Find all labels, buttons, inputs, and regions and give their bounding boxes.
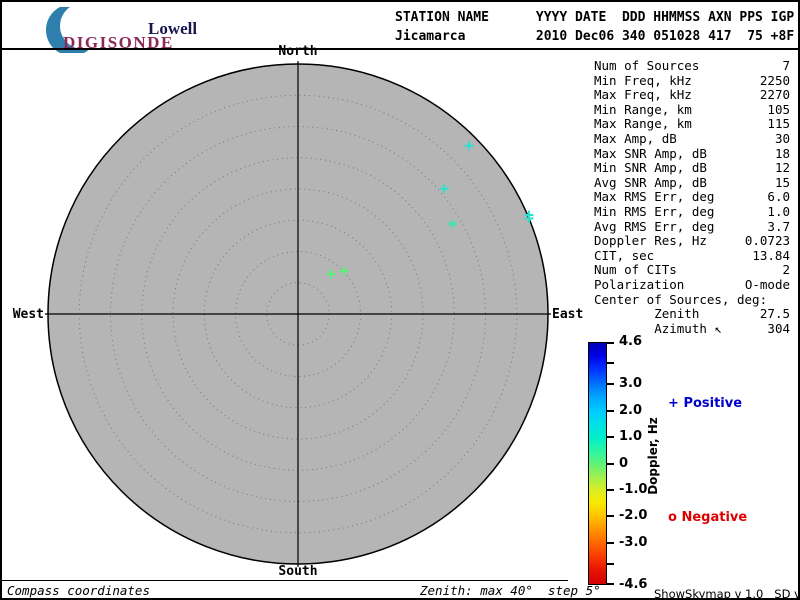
colorbar-tick (607, 488, 614, 491)
colorbar-tick (607, 541, 614, 544)
stat-row: Max RMS Err, deg 6.0 (594, 190, 790, 205)
stats-panel: Num of Sources 7 Min Freq, kHz 2250 Max Freq… (594, 58, 790, 336)
stat-row: Max SNR Amp, dB 18 (594, 145, 790, 162)
legend-negative-label: Negative (681, 510, 748, 525)
stat-value: 304 (767, 320, 790, 336)
stat-label: Max SNR Amp, dB (594, 145, 707, 161)
footer-version-note: ShowSkymap v 1.0 SD v 4.2 (654, 587, 798, 600)
compass-label-west: West (12, 307, 44, 322)
stat-label: Doppler Res, Hz (594, 233, 707, 249)
compass-label-north: North (278, 44, 318, 59)
stat-row: Min Range, km 105 (594, 101, 790, 118)
stat-row: Max Freq, kHz 2270 (594, 88, 790, 103)
colorbar-tick-label: 4.6 (619, 334, 643, 349)
stat-label: CIT, sec (594, 247, 655, 263)
colorbar-tick-label: 1.0 (619, 429, 643, 445)
colorbar-tick (607, 462, 614, 465)
stat-value: 6.0 (767, 189, 790, 205)
colorbar-tick-label: 2.0 (619, 402, 643, 418)
stat-value: 0.0723 (744, 233, 790, 249)
stat-label: Max RMS Err, deg (594, 189, 715, 205)
colorbar-tick (607, 562, 614, 565)
stat-value: 115 (767, 116, 790, 132)
stat-label: Min Range, km (594, 101, 692, 117)
colorbar-tick (607, 342, 614, 344)
station-header-row-values: Jicamarca 2010 Dec06 340 051028 417 75 +… (395, 29, 795, 44)
stat-label: Num of CITs (594, 262, 677, 278)
colorbar-tick-label: -4.6 (619, 577, 648, 592)
stat-value: 2 (782, 262, 790, 278)
stat-row: Num of CITs 2 (594, 263, 790, 278)
stat-row: Avg RMS Err, deg 3.7 (594, 218, 790, 235)
colorbar-tick-label: 0 (619, 455, 629, 471)
stat-value: 12 (774, 160, 790, 176)
stat-value: 7 (782, 58, 790, 73)
stat-label: Zenith (594, 306, 700, 322)
doppler-colorbar (588, 342, 607, 585)
stat-row: Min SNR Amp, dB 12 (594, 161, 790, 176)
stat-label: Avg RMS Err, deg (594, 218, 715, 234)
compass-label-east: East (552, 307, 584, 322)
stat-value: O-mode (744, 276, 790, 292)
station-header: STATION NAME YYYY DATE DDD HHMMSS AXN PP… (395, 8, 794, 46)
stat-label: Min RMS Err, deg (594, 203, 715, 219)
showskymap-window: Lowell DIGISONDE STATION NAME YYYY DATE … (0, 0, 800, 600)
stat-label: Max Freq, kHz (594, 87, 692, 103)
legend-positive: + Positive (668, 396, 742, 411)
stat-label: Min Freq, kHz (594, 72, 692, 88)
stat-row: Avg SNR Amp, dB 15 (594, 174, 790, 191)
stat-value: 3.7 (767, 218, 790, 234)
stat-label: Num of Sources (594, 58, 700, 73)
legend-negative: o Negative (668, 510, 747, 525)
stat-row: Polarization O-mode (594, 276, 790, 293)
stat-value: 105 (767, 101, 790, 117)
stat-label: Polarization (594, 276, 685, 292)
colorbar-tick (607, 583, 614, 585)
footer-divider (2, 580, 568, 581)
colorbar-tick (607, 515, 614, 518)
stat-value: 1.0 (767, 203, 790, 219)
stat-value: 30 (774, 130, 790, 146)
stat-label: Azimuth ↖ (594, 320, 722, 336)
stat-label: Max Range, km (594, 116, 692, 132)
footer-coordinates-note: Compass coordinates (7, 583, 150, 598)
header-divider (2, 48, 798, 50)
colorbar-tick (607, 409, 614, 412)
skymap-plot (45, 61, 551, 567)
stat-row: Doppler Res, Hz 0.0723 (594, 234, 790, 249)
plus-marker-icon: + (668, 396, 679, 411)
stat-value: 18 (774, 145, 790, 161)
stat-label: Max Amp, dB (594, 130, 677, 146)
legend-positive-label: Positive (683, 396, 743, 411)
stat-label: Avg SNR Amp, dB (594, 174, 707, 190)
circle-marker-icon: o (668, 510, 677, 525)
stat-value: 15 (774, 174, 790, 190)
stat-row: CIT, sec 13.84 (594, 247, 790, 264)
stat-value: 13.84 (752, 247, 790, 263)
colorbar-tick-label: 3.0 (619, 376, 643, 392)
stat-value: 2250 (759, 72, 790, 88)
stat-value: 2270 (759, 87, 790, 103)
colorbar-tick (607, 383, 614, 386)
footer-zenith-note: Zenith: max 40° step 5° (420, 583, 601, 598)
stat-row: Min Freq, kHz 2250 (594, 72, 790, 89)
stat-row: Num of Sources 7 (594, 58, 790, 74)
colorbar-tick-label: -3.0 (619, 534, 648, 550)
logo-digisonde-text: DIGISONDE (63, 33, 174, 52)
station-header-row-labels: STATION NAME YYYY DATE DDD HHMMSS AXN PP… (395, 10, 795, 25)
stat-label: Center of Sources, deg: (594, 291, 768, 307)
stat-label: Min SNR Amp, dB (594, 160, 707, 176)
colorbar-tick (607, 436, 614, 439)
stat-row: Center of Sources, deg: (594, 291, 790, 308)
doppler-colorbar-title: Doppler, Hz (646, 417, 660, 495)
colorbar-tick-label: -2.0 (619, 508, 648, 524)
stat-row: Max Range, km 115 (594, 117, 790, 132)
stat-value: 27.5 (759, 306, 790, 322)
stat-row: Max Amp, dB 30 (594, 130, 790, 147)
colorbar-tick (607, 362, 614, 365)
stat-row: Zenith 27.5 (594, 306, 790, 322)
stat-row: Min RMS Err, deg 1.0 (594, 203, 790, 220)
colorbar-tick-label: -1.0 (619, 481, 648, 497)
